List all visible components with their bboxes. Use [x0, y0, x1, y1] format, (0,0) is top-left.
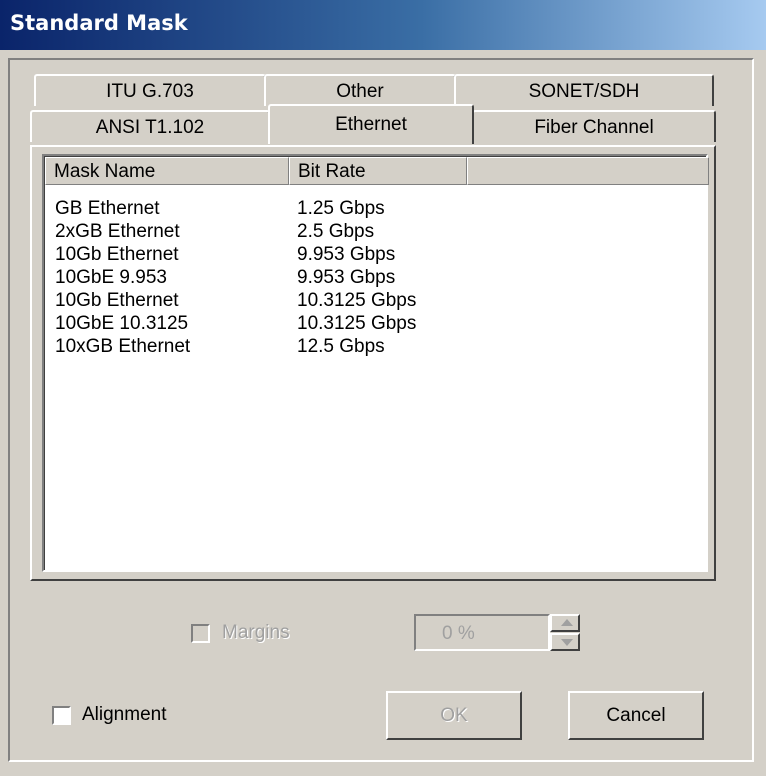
mask-name: 10GbE 9.953: [55, 267, 167, 288]
tab-label: Other: [336, 81, 384, 102]
tab-ethernet[interactable]: Ethernet: [268, 104, 474, 144]
bit-rate: 10.3125 Gbps: [297, 290, 417, 311]
tab-fiber-channel[interactable]: Fiber Channel: [472, 110, 716, 142]
window-title: Standard Mask: [10, 11, 188, 35]
margin-value: 0 %: [442, 623, 475, 644]
column-header-empty[interactable]: [467, 157, 709, 185]
dialog-window: Standard Mask ITU G.703 Other SONET/SDH …: [0, 0, 766, 776]
column-header-mask-name[interactable]: Mask Name: [45, 157, 289, 185]
spin-down-button[interactable]: [550, 633, 580, 651]
tab-label: ITU G.703: [106, 81, 194, 102]
tab-label: ANSI T1.102: [95, 117, 205, 138]
alignment-checkbox[interactable]: [52, 706, 71, 725]
mask-name: 2xGB Ethernet: [55, 221, 180, 242]
spin-up-button[interactable]: [550, 614, 580, 632]
mask-list[interactable]: Mask Name Bit Rate GB Ethernet 1.25 Gbps…: [42, 154, 709, 572]
mask-name: GB Ethernet: [55, 198, 160, 219]
column-header-label: Mask Name: [54, 161, 156, 182]
column-header-label: Bit Rate: [298, 161, 366, 182]
column-header-bit-rate[interactable]: Bit Rate: [289, 157, 467, 185]
tab-label: Ethernet: [335, 114, 407, 135]
alignment-label: Alignment: [82, 704, 167, 725]
margin-value-field[interactable]: 0 %: [414, 614, 550, 651]
margin-spinner[interactable]: [550, 614, 580, 651]
bit-rate: 9.953 Gbps: [297, 267, 396, 288]
tab-panel: Mask Name Bit Rate GB Ethernet 1.25 Gbps…: [30, 145, 716, 581]
margins-checkbox[interactable]: [191, 624, 210, 643]
mask-name: 10Gb Ethernet: [55, 290, 179, 311]
tab-label: SONET/SDH: [528, 81, 640, 102]
cancel-button-label: Cancel: [606, 705, 666, 726]
mask-name: 10GbE 10.3125: [55, 313, 189, 334]
bit-rate: 9.953 Gbps: [297, 244, 396, 265]
bit-rate: 2.5 Gbps: [297, 221, 375, 242]
bit-rate: 1.25 Gbps: [297, 198, 385, 219]
arrow-down-icon: [561, 639, 573, 646]
margins-label: Margins: [222, 622, 290, 643]
ok-button-label: OK: [440, 705, 468, 726]
title-bar[interactable]: Standard Mask: [0, 0, 766, 50]
mask-name: 10xGB Ethernet: [55, 336, 191, 357]
tab-itu-g703[interactable]: ITU G.703: [34, 74, 266, 106]
tab-sonet-sdh[interactable]: SONET/SDH: [454, 74, 714, 106]
ok-button[interactable]: OK: [386, 691, 522, 740]
bit-rate: 12.5 Gbps: [297, 336, 385, 357]
arrow-up-icon: [561, 619, 573, 626]
tab-other[interactable]: Other: [264, 74, 456, 106]
tab-ansi-t1102[interactable]: ANSI T1.102: [30, 110, 270, 142]
tab-label: Fiber Channel: [534, 117, 654, 138]
bit-rate: 10.3125 Gbps: [297, 313, 417, 334]
mask-name: 10Gb Ethernet: [55, 244, 179, 265]
cancel-button[interactable]: Cancel: [568, 691, 704, 740]
